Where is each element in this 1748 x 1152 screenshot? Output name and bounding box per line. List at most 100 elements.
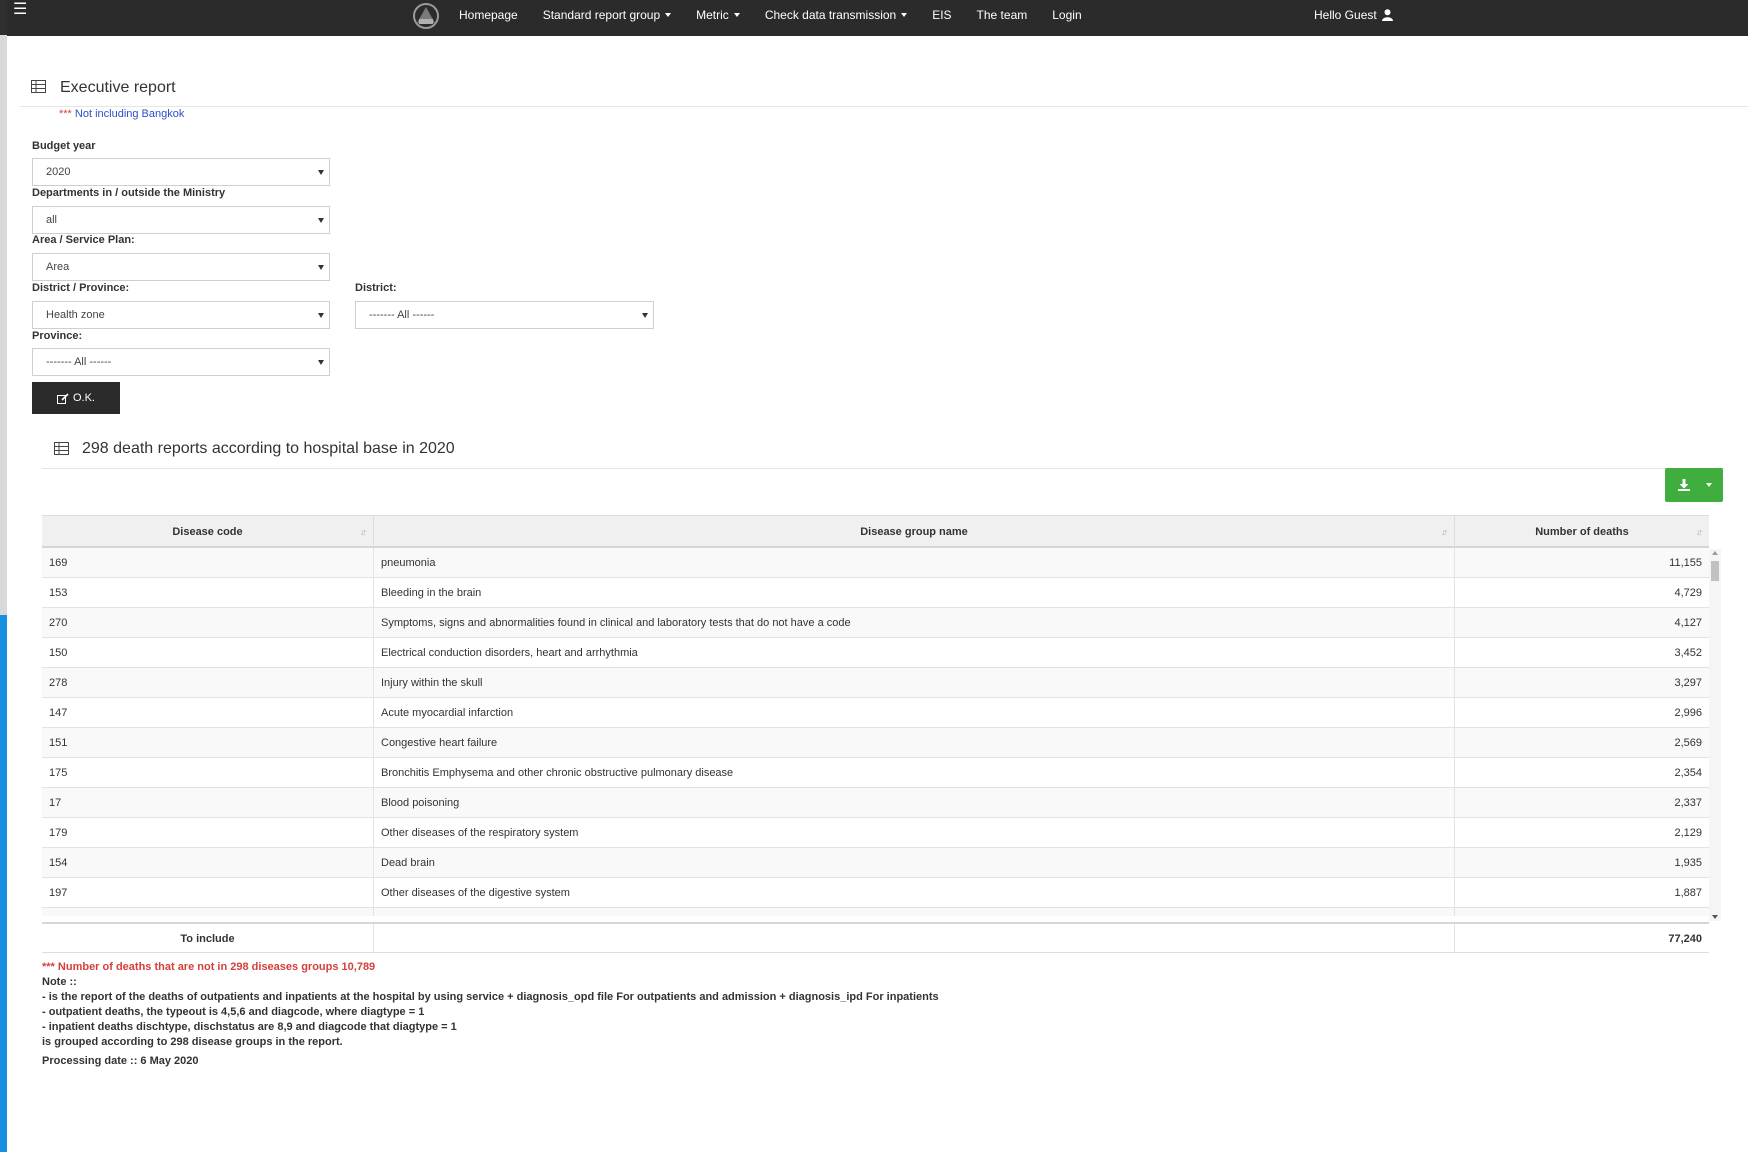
column-header-deaths[interactable]: Number of deaths ↓↑	[1455, 516, 1709, 547]
disease-name-cell: Injury within the skull	[374, 668, 1455, 697]
column-header-disease-code[interactable]: Disease code ↓↑	[42, 516, 374, 547]
budget-year-select[interactable]: 2020	[32, 158, 330, 186]
table-header: Disease code ↓↑ Disease group name ↓↑ Nu…	[42, 515, 1709, 548]
table-row[interactable]: 63Malignant tumors in the liver and bile…	[42, 908, 1709, 916]
deaths-cell: 4,729	[1674, 586, 1702, 599]
table-scrollbar[interactable]	[1709, 549, 1721, 921]
not-in-groups-text: Number of deaths that are not in 298 dis…	[57, 961, 376, 973]
nav-item-homepage[interactable]: Homepage	[459, 8, 518, 22]
nav-item-label: Metric	[696, 8, 729, 22]
table-row[interactable]: 278 Injury within the skull 3,297	[42, 668, 1709, 698]
deaths-cell: 11,155	[1669, 556, 1702, 569]
nav-item-the-team[interactable]: The team	[977, 8, 1028, 22]
chevron-down-icon	[318, 218, 324, 223]
table-row[interactable]: 197 Other diseases of the digestive syste…	[42, 878, 1709, 908]
disease-name-cell: Dead brain	[374, 848, 1455, 877]
chevron-down-icon	[1706, 483, 1712, 487]
nav-item-standard-report-group[interactable]: Standard report group	[542, 8, 672, 22]
scroll-up-icon[interactable]	[1712, 551, 1718, 555]
province-value: ------- All ------	[46, 356, 112, 368]
user-greeting[interactable]: Hello Guest	[1314, 0, 1393, 30]
table-row[interactable]: 151 Congestive heart failure 2,569	[42, 728, 1709, 758]
nav-item-label: Login	[1052, 8, 1082, 22]
disease-name-cell: Other diseases of the respiratory system	[374, 818, 1455, 847]
departments-select[interactable]: all	[32, 206, 330, 234]
site-logo[interactable]	[409, 1, 443, 31]
area-plan-select[interactable]: Area	[32, 253, 330, 281]
disease-code-cell: 169	[42, 548, 374, 577]
footer-label: To include	[42, 924, 374, 953]
table-icon	[54, 442, 69, 455]
deaths-cell: 1,887	[1674, 886, 1702, 899]
deaths-cell: 1,851	[1455, 908, 1709, 916]
disease-name-cell: Congestive heart failure	[374, 728, 1455, 757]
deaths-cell: 3,297	[1674, 676, 1702, 689]
column-header-label: Number of deaths	[1535, 525, 1629, 538]
table-row[interactable]: 154 Dead brain 1,935	[42, 848, 1709, 878]
district-province-value: Health zone	[46, 309, 105, 321]
ok-button[interactable]: O.K.	[32, 382, 120, 414]
chevron-down-icon	[318, 170, 324, 175]
table-row[interactable]: 150 Electrical conduction disorders, hear…	[42, 638, 1709, 668]
deaths-cell: 2,569	[1674, 736, 1702, 749]
note-line: - inpatient deaths dischtype, dischstatu…	[42, 1021, 457, 1033]
table-row[interactable]: 17 Blood poisoning 2,337	[42, 788, 1709, 818]
note-text: Not including Bangkok	[74, 108, 185, 120]
chevron-down-icon	[318, 313, 324, 318]
district-value: ------- All ------	[369, 309, 435, 321]
disease-code-cell: 153	[42, 578, 374, 607]
hamburger-menu-icon[interactable]: ☰	[13, 2, 27, 18]
disease-name-cell: Bleeding in the brain	[374, 578, 1455, 607]
table-body: 169 pneumonia 11,155 153 Bleeding in the bra…	[42, 548, 1709, 916]
departments-value: all	[46, 214, 58, 226]
disease-code-cell: 197	[42, 878, 374, 907]
disease-name-cell: Acute myocardial infarction	[374, 698, 1455, 727]
column-header-disease-group[interactable]: Disease group name ↓↑	[374, 516, 1455, 547]
nav-menu: Homepage Standard report group Metric Check…	[459, 0, 1107, 30]
report-notes: *** Number of deaths that are not in 298…	[42, 960, 939, 1069]
district-province-select[interactable]: Health zone	[32, 301, 330, 329]
column-header-label: Disease group name	[860, 525, 968, 538]
deaths-cell: 3,452	[1674, 646, 1702, 659]
report-header: 298 death reports according to hospital …	[42, 437, 1724, 469]
district-select[interactable]: ------- All ------	[355, 301, 654, 329]
note-stars: ***	[59, 108, 72, 120]
nav-item-eis[interactable]: EIS	[932, 8, 951, 22]
province-label: Province:	[32, 330, 83, 342]
deaths-cell: 2,354	[1674, 766, 1702, 779]
deaths-cell: 2,337	[1674, 796, 1702, 809]
edge-blue-segment	[0, 615, 7, 1152]
scroll-down-icon[interactable]	[1712, 915, 1718, 919]
note-heading: Note ::	[42, 976, 77, 988]
table-row[interactable]: 270 Symptoms, signs and abnormalities fou…	[42, 608, 1709, 638]
footer-total: 77,240	[1668, 932, 1702, 945]
note-line: is grouped according to 298 disease grou…	[42, 1036, 343, 1048]
disease-name-cell: Electrical conduction disorders, heart a…	[374, 638, 1455, 667]
disease-code-cell: 63	[42, 908, 374, 916]
column-header-label: Disease code	[172, 525, 243, 538]
disease-code-cell: 154	[42, 848, 374, 877]
sort-icon: ↓↑	[1441, 527, 1448, 537]
nav-item-label: EIS	[932, 8, 952, 22]
disease-name-cell: Blood poisoning	[374, 788, 1455, 817]
scrollbar-thumb[interactable]	[1711, 561, 1719, 581]
top-navbar: ☰ Homepage Standard report group Metric Che…	[7, 0, 1748, 36]
table-row[interactable]: 169 pneumonia 11,155	[42, 548, 1709, 578]
nav-item-label: Standard report group	[542, 8, 661, 22]
table-row[interactable]: 179 Other diseases of the respiratory sys…	[42, 818, 1709, 848]
disease-code-cell: 150	[42, 638, 374, 667]
disease-name-cell: pneumonia	[374, 548, 1455, 577]
nav-item-login[interactable]: Login	[1052, 8, 1081, 22]
nav-item-check-data-transmission[interactable]: Check data transmission	[765, 8, 908, 22]
disease-name-cell: Symptoms, signs and abnormalities found …	[374, 608, 1455, 637]
download-icon	[1678, 479, 1690, 491]
nav-item-metric[interactable]: Metric	[696, 8, 740, 22]
province-select[interactable]: ------- All ------	[32, 348, 330, 376]
table-row[interactable]: 175 Bronchitis Emphysema and other chroni…	[42, 758, 1709, 788]
chevron-down-icon	[901, 13, 908, 17]
disease-code-cell: 179	[42, 818, 374, 847]
table-row[interactable]: 147 Acute myocardial infarction 2,996	[42, 698, 1709, 728]
deaths-cell: 2,996	[1674, 706, 1702, 719]
export-dropdown-button[interactable]	[1665, 468, 1723, 502]
table-row[interactable]: 153 Bleeding in the brain 4,729	[42, 578, 1709, 608]
